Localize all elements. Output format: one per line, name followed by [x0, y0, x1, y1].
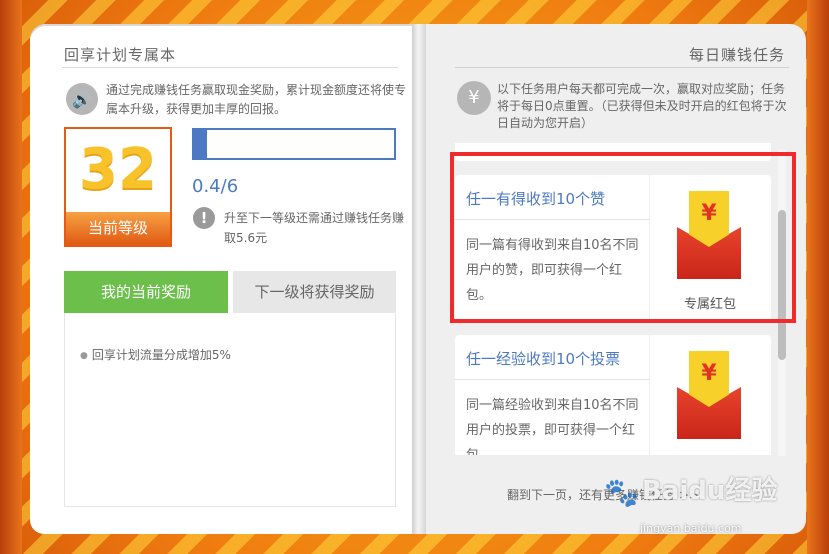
yen-icon: ¥	[457, 81, 491, 115]
book-spine	[412, 24, 426, 534]
task-title[interactable]: 任一有得收到10个赞	[466, 188, 605, 209]
speaker-icon: 🔊	[66, 83, 98, 115]
tab-next-rewards[interactable]: 下一级将获得奖励	[233, 271, 396, 313]
exclamation-icon: !	[193, 207, 215, 229]
task-divider	[455, 379, 649, 380]
progress-bar	[192, 128, 396, 160]
reward-label: 专属红包	[683, 297, 736, 312]
task-card[interactable]: 任一有得收到10个赞 同一篇有得收到来自10名不同用户的赞，即可获得一个红包。 …	[455, 175, 771, 321]
level-box: 32 当前等级	[64, 127, 172, 247]
red-packet-icon[interactable]: ¥	[677, 191, 741, 279]
reward-panel	[64, 313, 396, 507]
task-card-partial	[455, 143, 771, 161]
reward-item: 回享计划流量分成增加5%	[80, 346, 231, 363]
task-separator	[649, 335, 650, 455]
watermark-url: jingyan.baidu.com	[640, 522, 742, 535]
upgrade-hint: 升至下一等级还需通过赚钱任务赚取5.6元	[224, 211, 405, 245]
task-description: 同一篇经验收到来自10名不同用户的投票，即可获得一个红包。	[466, 398, 639, 455]
progress-fill	[194, 130, 208, 158]
frame-left-edge	[0, 0, 22, 554]
level-number: 32	[79, 137, 157, 202]
tab-current-rewards[interactable]: 我的当前奖励	[64, 271, 228, 313]
level-label: 当前等级	[66, 212, 170, 245]
left-intro-text: 通过完成赚钱任务赢取现金奖励，累计现金额度还将使专属本升级，获得更加丰厚的回报。	[106, 83, 407, 116]
progress-text: 0.4/6	[192, 176, 239, 197]
task-card[interactable]: 任一经验收到10个投票 同一篇经验收到来自10名不同用户的投票，即可获得一个红包…	[455, 335, 771, 455]
right-intro-text: 以下任务用户每天都可完成一次，赢取对应奖励；任务将于每日0点重置。（已获得但未及…	[497, 82, 787, 130]
paw-logo-icon: 🐾	[604, 476, 639, 509]
red-packet-icon[interactable]: ¥	[677, 351, 741, 439]
right-page-title: 每日赚钱任务	[688, 46, 785, 64]
task-list[interactable]: 任一有得收到10个赞 同一篇有得收到来自10名不同用户的赞，即可获得一个红包。 …	[455, 143, 771, 455]
scrollbar-thumb[interactable]	[778, 210, 786, 360]
task-title[interactable]: 任一经验收到10个投票	[466, 348, 620, 369]
title-divider	[62, 67, 398, 68]
title-divider	[455, 67, 789, 68]
task-description: 同一篇有得收到来自10名不同用户的赞，即可获得一个红包。	[466, 238, 639, 303]
watermark: Baidu经验	[642, 476, 778, 506]
left-page-title: 回享计划专属本	[64, 46, 177, 64]
task-divider	[455, 219, 649, 220]
frame-right-edge	[807, 0, 829, 554]
